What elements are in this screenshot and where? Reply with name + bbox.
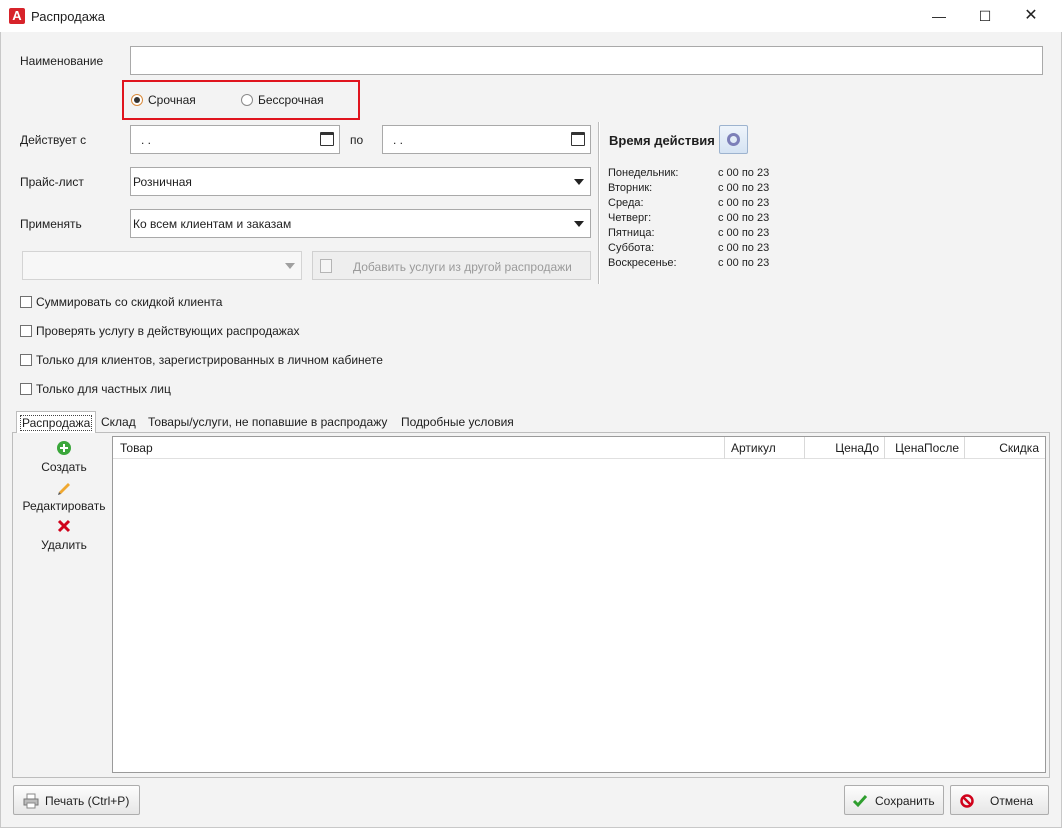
pencil-icon — [58, 483, 70, 495]
column-header-discount[interactable]: Скидка — [964, 437, 1045, 459]
sale-items-table[interactable]: Товар Артикул ЦенаДо ЦенаПосле Скидка — [112, 436, 1046, 773]
create-label: Создать — [41, 460, 87, 474]
checkbox-label[interactable]: Проверять услугу в действующих распродаж… — [36, 324, 300, 338]
schedule-time: с 00 по 23 — [718, 212, 770, 224]
schedule-time: с 00 по 23 — [718, 167, 770, 179]
schedule-time: с 00 по 23 — [718, 257, 770, 269]
radio-unlimited-label[interactable]: Бессрочная — [258, 93, 324, 107]
valid-from-date-field[interactable]: . . — [130, 125, 340, 154]
save-button[interactable]: Сохранить — [844, 785, 944, 815]
name-input[interactable] — [130, 46, 1043, 75]
print-label: Печать (Ctrl+P) — [45, 794, 130, 808]
calendar-icon[interactable] — [571, 132, 585, 146]
apply-value: Ко всем клиентам и заказам — [133, 217, 292, 231]
checkbox-sum-with-client-discount[interactable] — [20, 296, 32, 308]
calendar-icon[interactable] — [320, 132, 334, 146]
schedule-time: с 00 по 23 — [718, 182, 770, 194]
valid-from-value: . . — [141, 133, 152, 147]
cancel-icon — [960, 794, 974, 808]
tab-detailed-conditions[interactable]: Подробные условия — [398, 411, 517, 433]
schedule-day: Пятница: — [608, 227, 655, 239]
close-button[interactable]: ✕ — [1008, 0, 1054, 32]
schedule-settings-button[interactable] — [719, 125, 748, 154]
checkbox-private-persons-only[interactable] — [20, 383, 32, 395]
tab-strip: Распродажа Склад Товары/услуги, не попав… — [12, 411, 1050, 434]
column-header-price-after[interactable]: ЦенаПосле — [884, 437, 964, 459]
schedule-day: Вторник: — [608, 182, 653, 194]
pricelist-select[interactable]: Розничная — [130, 167, 591, 196]
delete-x-icon — [57, 519, 71, 533]
edit-label: Редактировать — [22, 499, 106, 513]
minimize-button[interactable]: — — [916, 0, 962, 32]
print-button[interactable]: Печать (Ctrl+P) — [13, 785, 140, 815]
schedule-time: с 00 по 23 — [718, 242, 770, 254]
create-button[interactable]: Создать — [14, 440, 114, 474]
sale-source-select — [22, 251, 302, 280]
add-services-label: Добавить услуги из другой распродажи — [353, 260, 572, 274]
title-bar: A Распродажа — ☐ ✕ — [0, 0, 1062, 32]
column-header-price-before[interactable]: ЦенаДо — [804, 437, 884, 459]
chevron-down-icon[interactable] — [574, 179, 584, 185]
add-services-from-sale-button: Добавить услуги из другой распродажи — [312, 251, 591, 280]
cancel-label: Отмена — [990, 794, 1034, 808]
checkbox-label[interactable]: Только для клиентов, зарегистрированных … — [36, 353, 383, 367]
schedule-title: Время действия — [609, 133, 715, 148]
cancel-button[interactable]: Отмена — [950, 785, 1049, 815]
schedule-day: Четверг: — [608, 212, 652, 224]
tab-warehouse[interactable]: Склад — [98, 411, 139, 433]
valid-from-label: Действует с — [20, 133, 87, 147]
checkbox-label[interactable]: Только для частных лиц — [36, 382, 171, 396]
edit-button[interactable]: Редактировать — [14, 479, 114, 513]
tab-sale[interactable]: Распродажа — [16, 411, 97, 434]
delete-button[interactable]: Удалить — [14, 518, 114, 552]
valid-to-value: . . — [393, 133, 404, 147]
column-header-article[interactable]: Артикул — [724, 437, 804, 459]
window-title: Распродажа — [31, 9, 105, 24]
delete-label: Удалить — [41, 538, 87, 552]
valid-to-date-field[interactable]: . . — [382, 125, 591, 154]
app-logo-icon: A — [9, 8, 25, 24]
schedule-time: с 00 по 23 — [718, 227, 770, 239]
radio-unlimited[interactable] — [241, 94, 253, 106]
document-icon — [320, 259, 332, 273]
pricelist-value: Розничная — [133, 175, 192, 189]
checkmark-icon — [852, 795, 868, 808]
radio-urgent-label[interactable]: Срочная — [148, 93, 196, 107]
table-header: Товар Артикул ЦенаДо ЦенаПосле Скидка — [113, 437, 1045, 459]
checkbox-registered-clients-only[interactable] — [20, 354, 32, 366]
schedule-divider — [598, 122, 600, 284]
schedule-day: Суббота: — [608, 242, 655, 254]
pricelist-label: Прайс-лист — [20, 175, 84, 189]
checkbox-check-active-sales[interactable] — [20, 325, 32, 337]
save-label: Сохранить — [875, 794, 935, 808]
radio-urgent[interactable] — [131, 94, 143, 106]
schedule-day: Понедельник: — [608, 167, 679, 179]
checkbox-label[interactable]: Суммировать со скидкой клиента — [36, 295, 222, 309]
printer-icon — [23, 793, 39, 809]
sale-type-group: Срочная Бессрочная — [122, 80, 360, 120]
schedule-day: Среда: — [608, 197, 644, 209]
apply-label: Применять — [20, 217, 82, 231]
tab-excluded-goods[interactable]: Товары/услуги, не попавшие в распродажу — [145, 411, 390, 433]
chevron-down-icon[interactable] — [574, 221, 584, 227]
apply-select[interactable]: Ко всем клиентам и заказам — [130, 209, 591, 238]
column-header-product[interactable]: Товар — [113, 437, 724, 459]
maximize-button[interactable]: ☐ — [962, 0, 1008, 32]
schedule-day: Воскресенье: — [608, 257, 677, 269]
valid-to-label: по — [350, 133, 364, 147]
gears-icon — [727, 133, 740, 146]
chevron-down-icon — [285, 263, 295, 269]
tab-label: Распродажа — [20, 415, 93, 431]
name-label: Наименование — [20, 54, 104, 68]
plus-circle-icon — [57, 441, 71, 455]
schedule-time: с 00 по 23 — [718, 197, 770, 209]
